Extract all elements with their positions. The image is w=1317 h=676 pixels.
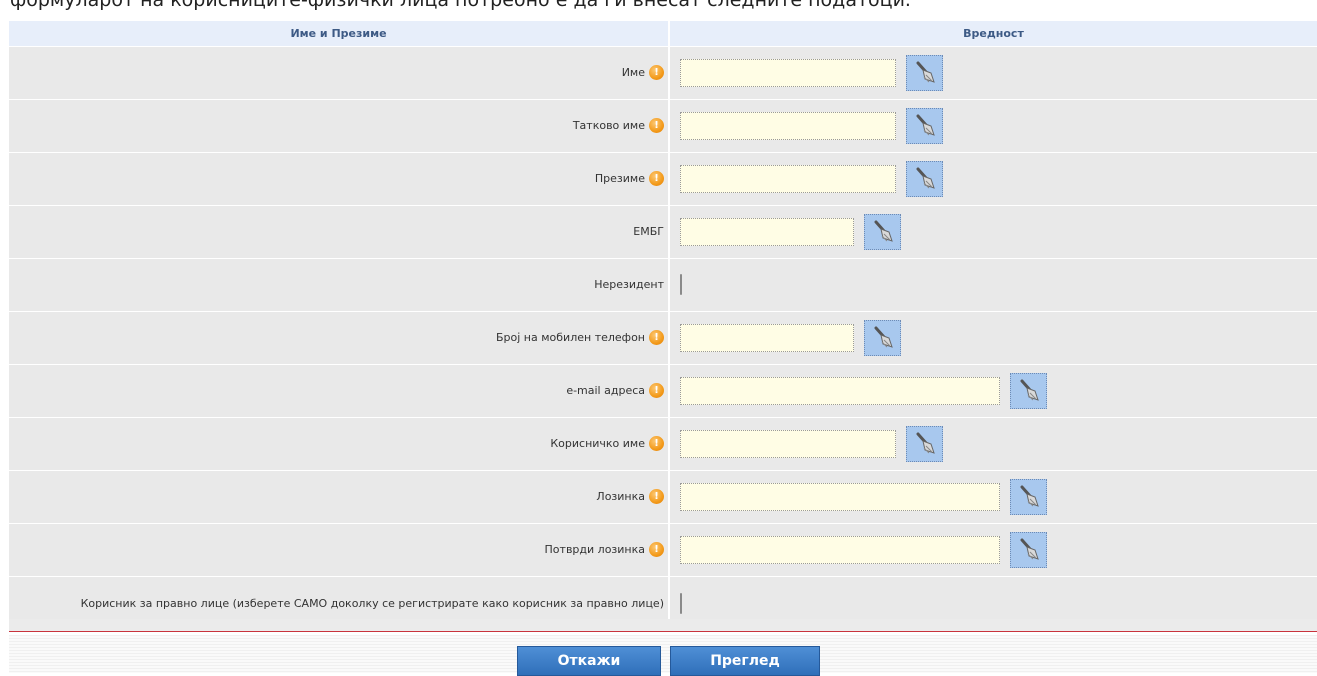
broom-icon — [916, 61, 935, 83]
clear-embg-button[interactable] — [864, 213, 901, 250]
clear-last-name-button[interactable] — [906, 160, 943, 197]
broom-icon — [916, 114, 935, 136]
fathers-name-input[interactable] — [680, 111, 896, 140]
nonresident-label: Нерезидент — [594, 278, 664, 291]
form-row-nonresident: Нерезидент — [9, 258, 1317, 312]
form-row-email: e-mail адреса ! — [9, 364, 1317, 418]
password-input[interactable] — [680, 482, 1000, 511]
form-footer-divider — [9, 619, 1317, 632]
clear-mobile-phone-button[interactable] — [864, 319, 901, 356]
intro-text: формуларот на корисниците-физички лица п… — [10, 0, 911, 11]
mobile-phone-label: Број на мобилен телефон — [496, 331, 645, 344]
broom-icon — [1020, 379, 1039, 401]
form-row-embg: ЕМБГ — [9, 205, 1317, 259]
button-bar — [9, 635, 1317, 673]
preview-button[interactable]: Преглед — [670, 646, 820, 676]
form-row-password: Лозинка ! — [9, 470, 1317, 524]
form-row-last-name: Презиме ! — [9, 152, 1317, 206]
broom-icon — [874, 326, 893, 348]
form-row-mobile-phone: Број на мобилен телефон ! — [9, 311, 1317, 365]
email-label: e-mail адреса — [566, 384, 645, 397]
clear-first-name-button[interactable] — [906, 54, 943, 91]
form-row-first-name: Име ! — [9, 46, 1317, 100]
username-input[interactable] — [680, 429, 896, 458]
username-label: Корисничко име — [550, 437, 645, 450]
clear-confirm-password-button[interactable] — [1010, 531, 1047, 568]
exclamation-icon: ! — [649, 383, 664, 398]
confirm-password-label: Потврди лозинка — [544, 543, 645, 556]
mobile-phone-input[interactable] — [680, 323, 854, 352]
confirm-password-input[interactable] — [680, 535, 1000, 564]
form-row-fathers-name: Татково име ! — [9, 99, 1317, 153]
fathers-name-label: Татково име — [572, 119, 645, 132]
clear-password-button[interactable] — [1010, 478, 1047, 515]
broom-icon — [916, 167, 935, 189]
column-header-value: Вредност — [669, 21, 1317, 47]
form-row-username: Корисничко име ! — [9, 417, 1317, 471]
last-name-input[interactable] — [680, 164, 896, 193]
broom-icon — [916, 432, 935, 454]
clear-username-button[interactable] — [906, 425, 943, 462]
registration-form-table: Име и Презиме Вредност Име ! Татково име… — [9, 21, 1317, 631]
broom-icon — [874, 220, 893, 242]
exclamation-icon: ! — [649, 330, 664, 345]
embg-input[interactable] — [680, 217, 854, 246]
broom-icon — [1020, 485, 1039, 507]
clear-fathers-name-button[interactable] — [906, 107, 943, 144]
exclamation-icon: ! — [649, 118, 664, 133]
legal-entity-label: Корисник за правно лице (изберете САМО д… — [80, 596, 664, 610]
embg-label: ЕМБГ — [633, 225, 664, 238]
exclamation-icon: ! — [649, 436, 664, 451]
password-label: Лозинка — [596, 490, 645, 503]
clear-email-button[interactable] — [1010, 372, 1047, 409]
first-name-label: Име — [621, 66, 645, 79]
legal-entity-checkbox[interactable] — [680, 592, 682, 614]
broom-icon — [1020, 538, 1039, 560]
cancel-button[interactable]: Откажи — [517, 646, 661, 676]
last-name-label: Презиме — [594, 172, 645, 185]
exclamation-icon: ! — [649, 489, 664, 504]
form-row-confirm-password: Потврди лозинка ! — [9, 523, 1317, 577]
email-input[interactable] — [680, 376, 1000, 405]
first-name-input[interactable] — [680, 58, 896, 87]
exclamation-icon: ! — [649, 65, 664, 80]
table-header-row: Име и Презиме Вредност — [9, 21, 1317, 47]
column-header-name: Име и Презиме — [9, 21, 670, 47]
nonresident-checkbox[interactable] — [680, 274, 682, 295]
exclamation-icon: ! — [649, 171, 664, 186]
exclamation-icon: ! — [649, 542, 664, 557]
